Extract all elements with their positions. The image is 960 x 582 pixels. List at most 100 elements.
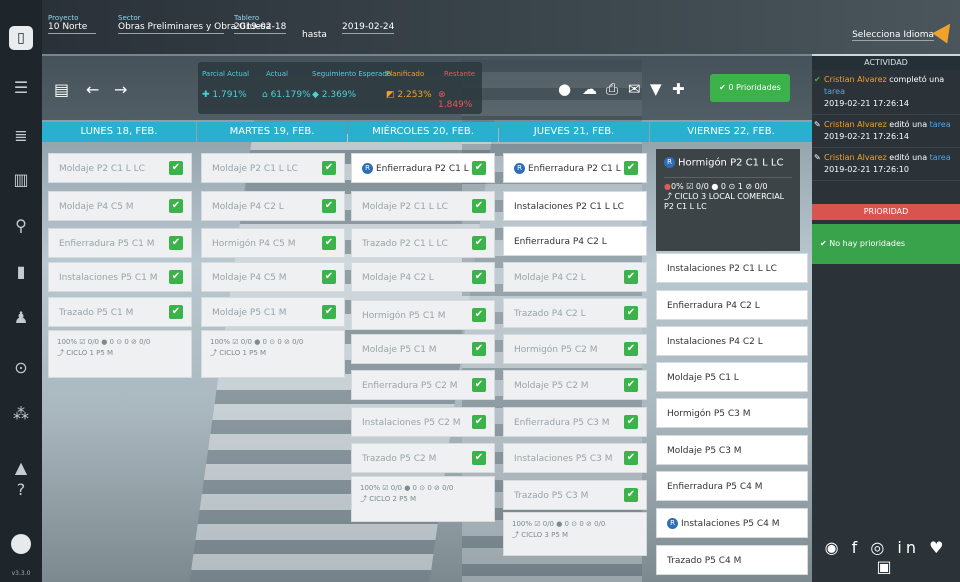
activity-item[interactable]: ✔ Cristian Alvarez completó una tarea 20… bbox=[812, 70, 960, 115]
check-icon: ✔ bbox=[322, 199, 336, 213]
task-card[interactable]: Moldaje P2 C1 L LC ✔ bbox=[201, 153, 345, 183]
task-card[interactable]: Hormigón P5 C1 M ✔ bbox=[351, 300, 495, 330]
day-header-wednesday: MIÉRCOLES 20, FEB. bbox=[348, 122, 498, 142]
task-card[interactable]: Moldaje P4 C2 L ✔ bbox=[503, 262, 647, 292]
back-arrow-icon[interactable]: ← bbox=[86, 80, 99, 99]
task-card[interactable]: Trazado P4 C2 L ✔ bbox=[503, 298, 647, 328]
task-card[interactable]: Enfierradura P5 C1 M ✔ bbox=[48, 228, 192, 258]
task-card[interactable]: Enfierradura P4 C2 L bbox=[656, 290, 808, 320]
date-to-field[interactable]: 2019-02-24 bbox=[342, 14, 394, 34]
task-card[interactable]: Trazado P5 C2 M ✔ bbox=[351, 443, 495, 473]
task-card[interactable]: R Enfierradura P2 C1 L LC ✔ bbox=[351, 153, 495, 183]
cycle-summary: 100% ☑ 0/0 ● 0 ⊙ 0 ⊘ 0/0 ⤴ CICLO 3 P5 M bbox=[503, 512, 647, 556]
check-icon: ✔ bbox=[624, 451, 638, 465]
cloud-icon[interactable]: ☁ bbox=[582, 80, 597, 98]
check-circle-icon[interactable]: ⊙ bbox=[0, 358, 42, 378]
check-icon: ✔ bbox=[472, 378, 486, 392]
check-icon: ✔ bbox=[472, 270, 486, 284]
check-icon: ✔ bbox=[169, 270, 183, 284]
users-icon[interactable]: ♟ bbox=[0, 308, 42, 328]
r-badge-icon: R bbox=[667, 518, 678, 529]
check-icon: ✔ bbox=[472, 342, 486, 356]
priority-empty: ✔ No hay prioridades bbox=[812, 224, 960, 264]
priorities-button[interactable]: ✔ 0 Prioridades bbox=[710, 74, 790, 102]
task-card[interactable]: Moldaje P5 C1 L bbox=[656, 362, 808, 392]
comment-icon[interactable]: ● bbox=[558, 80, 571, 98]
hasta-label: hasta bbox=[302, 30, 327, 40]
task-card[interactable]: Instalaciones P5 C1 M ✔ bbox=[48, 262, 192, 292]
briefcase-icon[interactable]: ▮ bbox=[0, 262, 42, 282]
sector-field[interactable]: Sector Obras Preliminares y Obra Gruesa bbox=[118, 14, 271, 34]
day-header-thursday: JUEVES 21, FEB. bbox=[499, 122, 649, 142]
task-card[interactable]: Trazado P5 C3 M ✔ bbox=[503, 480, 647, 510]
task-card[interactable]: Moldaje P4 C5 M ✔ bbox=[48, 191, 192, 221]
cubes-icon[interactable]: ⁂ bbox=[0, 404, 42, 424]
check-icon: ✔ bbox=[322, 270, 336, 284]
proyecto-field[interactable]: Proyecto 10 Norte bbox=[48, 14, 96, 34]
task-card[interactable]: Trazado P2 C1 L LC ✔ bbox=[351, 228, 495, 258]
task-card[interactable]: Trazado P5 C1 M ✔ bbox=[48, 297, 192, 327]
cycle-summary: 100% ☑ 0/0 ● 0 ⊙ 0 ⊘ 0/0 ⤴ CICLO 1 P5 M bbox=[201, 330, 345, 378]
task-card[interactable]: Trazado P5 C4 M bbox=[656, 545, 808, 575]
check-icon: ✔ bbox=[624, 378, 638, 392]
task-card[interactable]: Hormigón P5 C2 M ✔ bbox=[503, 334, 647, 364]
activity-item[interactable]: ✎ Cristian Alvarez editó una tarea 2019-… bbox=[812, 115, 960, 148]
task-card[interactable]: Moldaje P5 C1 M ✔ bbox=[201, 297, 345, 327]
avatar[interactable] bbox=[11, 534, 31, 554]
task-card[interactable]: Instalaciones P2 C1 L LC bbox=[656, 253, 808, 283]
r-badge-icon: R bbox=[514, 163, 525, 174]
task-card[interactable]: Moldaje P4 C2 L ✔ bbox=[201, 191, 345, 221]
check-icon: ✔ bbox=[472, 308, 486, 322]
help-icon[interactable]: ? bbox=[0, 480, 42, 500]
task-card[interactable]: Moldaje P5 C3 M bbox=[656, 435, 808, 465]
task-card[interactable]: Enfierradura P5 C4 M bbox=[656, 471, 808, 501]
mail-icon[interactable]: ✉ bbox=[628, 80, 641, 98]
chart-icon[interactable]: ▲ bbox=[0, 458, 42, 478]
task-card[interactable]: Hormigón P5 C3 M bbox=[656, 398, 808, 428]
task-card[interactable]: Moldaje P4 C5 M ✔ bbox=[201, 262, 345, 292]
task-card[interactable]: Enfierradura P5 C2 M ✔ bbox=[351, 370, 495, 400]
task-card[interactable]: R Instalaciones P5 C4 M bbox=[656, 508, 808, 538]
day-header-monday: LUNES 18, FEB. bbox=[42, 122, 196, 142]
activity-item[interactable]: ✎ Cristian Alvarez editó una tarea 2019-… bbox=[812, 148, 960, 181]
social-links[interactable]: ◉ f ◎ in ♥ ▣ bbox=[812, 538, 960, 576]
day-header-tuesday: MARTES 19, FEB. bbox=[197, 122, 347, 142]
add-icon[interactable]: ✚ bbox=[672, 80, 685, 98]
grid-icon[interactable]: ▤ bbox=[54, 80, 69, 99]
language-select[interactable]: Selecciona Idioma bbox=[852, 30, 934, 41]
activity-title: ACTIVIDAD bbox=[812, 56, 960, 70]
task-card[interactable]: R Enfierradura P2 C1 L LC ✔ bbox=[503, 153, 647, 183]
task-card[interactable]: Moldaje P5 C2 M ✔ bbox=[503, 370, 647, 400]
text-icon[interactable]: ≣ bbox=[0, 126, 42, 146]
check-icon: ✔ bbox=[624, 306, 638, 320]
check-icon: ✔ bbox=[624, 415, 638, 429]
task-card[interactable]: Enfierradura P4 C2 L bbox=[503, 226, 647, 256]
task-card[interactable]: Instalaciones P5 C2 M ✔ bbox=[351, 407, 495, 437]
pencil-icon: ✎ bbox=[814, 120, 821, 129]
kpi-planificado: Planificado ◩ 2.253% bbox=[386, 70, 432, 100]
version: v3.3.0 bbox=[11, 570, 31, 577]
list-icon[interactable]: ☰ bbox=[0, 78, 42, 98]
task-card[interactable]: Instalaciones P5 C3 M ✔ bbox=[503, 443, 647, 473]
task-card[interactable]: Hormigón P4 C5 M ✔ bbox=[201, 228, 345, 258]
task-card[interactable]: Moldaje P4 C2 L ✔ bbox=[351, 262, 495, 292]
cycle-summary: 100% ☑ 0/0 ● 0 ⊙ 0 ⊘ 0/0 ⤴ CICLO 1 P5 M bbox=[48, 330, 192, 378]
task-card[interactable]: Enfierradura P5 C3 M ✔ bbox=[503, 407, 647, 437]
check-icon: ✔ bbox=[322, 161, 336, 175]
task-card[interactable]: Instalaciones P4 C2 L bbox=[656, 326, 808, 356]
app-logo[interactable]: ▯ bbox=[9, 26, 33, 50]
print-icon[interactable]: ⎙ bbox=[606, 80, 618, 98]
task-card[interactable]: Moldaje P2 C1 L LC ✔ bbox=[351, 191, 495, 221]
task-card[interactable]: Instalaciones P2 C1 L LC bbox=[503, 191, 647, 221]
building-icon[interactable]: ▥ bbox=[0, 170, 42, 190]
check-icon: ✔ bbox=[169, 236, 183, 250]
forward-arrow-icon[interactable]: → bbox=[114, 80, 127, 99]
send-icon[interactable] bbox=[932, 18, 958, 44]
date-from-field[interactable]: Tablero 2019-02-18 bbox=[234, 14, 286, 34]
task-card[interactable]: Moldaje P5 C1 M ✔ bbox=[351, 334, 495, 364]
highlighted-task-card[interactable]: R Hormigón P2 C1 L LC ●0% ☑ 0/0 ● 0 ⊙ 1 ⊘… bbox=[656, 149, 800, 251]
attach-icon[interactable]: ⚲ bbox=[0, 216, 42, 236]
filter-icon[interactable]: ▼ bbox=[650, 80, 662, 98]
check-icon: ✔ bbox=[472, 451, 486, 465]
task-card[interactable]: Moldaje P2 C1 L LC ✔ bbox=[48, 153, 192, 183]
